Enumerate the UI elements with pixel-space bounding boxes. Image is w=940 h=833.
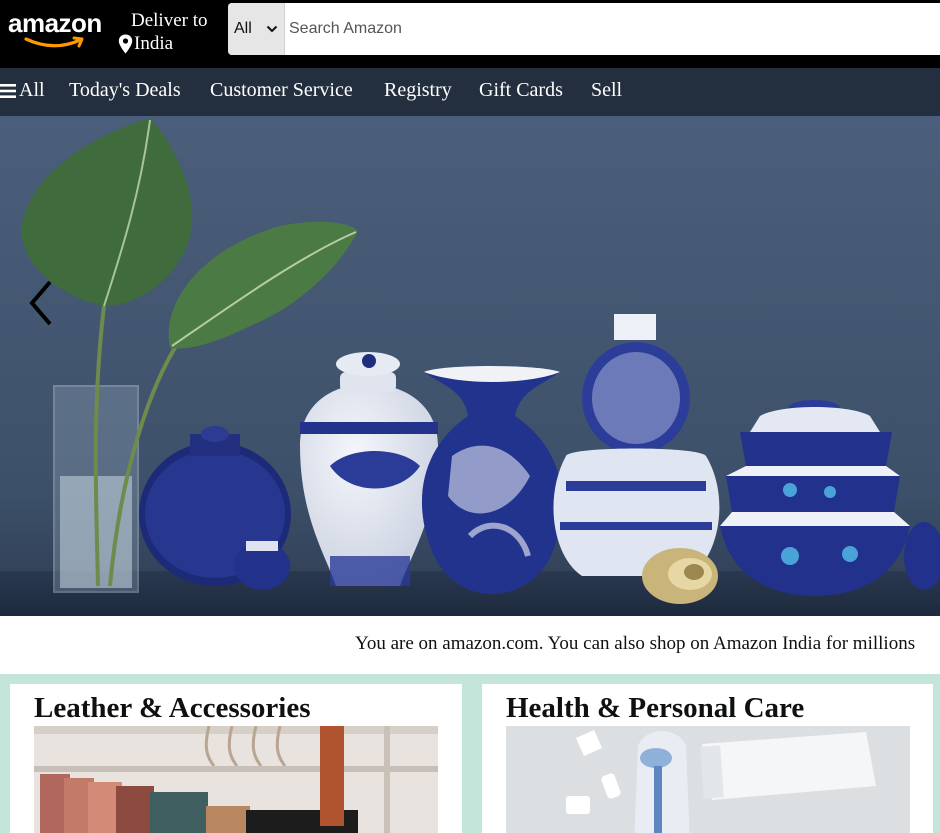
card-title: Leather & Accessories	[34, 692, 311, 724]
nav-registry[interactable]: Registry	[384, 79, 452, 102]
category-cards: Leather & Accessories Health & Personal …	[0, 674, 940, 833]
deliver-label: Deliver to	[131, 10, 208, 31]
chevron-left-icon	[29, 280, 52, 326]
deliver-location-text: India	[134, 33, 174, 54]
locale-notice-text: You are on amazon.com. You can also shop…	[355, 633, 916, 654]
nav-all-label: All	[19, 79, 45, 101]
nav-bar: All Today's Deals Customer Service Regis…	[0, 68, 940, 116]
hero-banner[interactable]	[0, 116, 940, 616]
amazon-smile-icon	[24, 36, 84, 48]
nav-sell[interactable]: Sell	[591, 79, 622, 102]
deliver-location: India	[118, 33, 173, 55]
card-title: Health & Personal Care	[506, 692, 805, 724]
top-header: amazon Deliver to India All	[0, 0, 940, 68]
search-bar: All	[228, 3, 940, 55]
nav-gift-cards[interactable]: Gift Cards	[479, 79, 563, 102]
leather-accessories-image	[34, 726, 438, 833]
nav-all-menu[interactable]: All	[0, 79, 45, 102]
carousel-prev-button[interactable]	[24, 276, 58, 330]
search-category-value: All	[234, 20, 252, 37]
nav-todays-deals[interactable]: Today's Deals	[69, 79, 181, 102]
logo-text: amazon	[8, 8, 102, 38]
card-image[interactable]	[506, 726, 910, 833]
chevron-down-icon	[266, 25, 278, 33]
card-image[interactable]	[34, 726, 438, 833]
search-category-select[interactable]: All	[228, 3, 285, 55]
health-personal-care-image	[506, 726, 910, 833]
amazon-logo[interactable]: amazon	[8, 8, 108, 48]
locale-notice: You are on amazon.com. You can also shop…	[0, 616, 940, 674]
nav-customer-service[interactable]: Customer Service	[210, 79, 353, 102]
hero-image	[0, 116, 940, 616]
card-health-personal-care[interactable]: Health & Personal Care	[482, 684, 933, 833]
search-input[interactable]	[285, 3, 940, 55]
card-leather-accessories[interactable]: Leather & Accessories	[10, 684, 462, 833]
location-pin-icon	[118, 34, 133, 54]
hamburger-icon	[0, 83, 16, 98]
